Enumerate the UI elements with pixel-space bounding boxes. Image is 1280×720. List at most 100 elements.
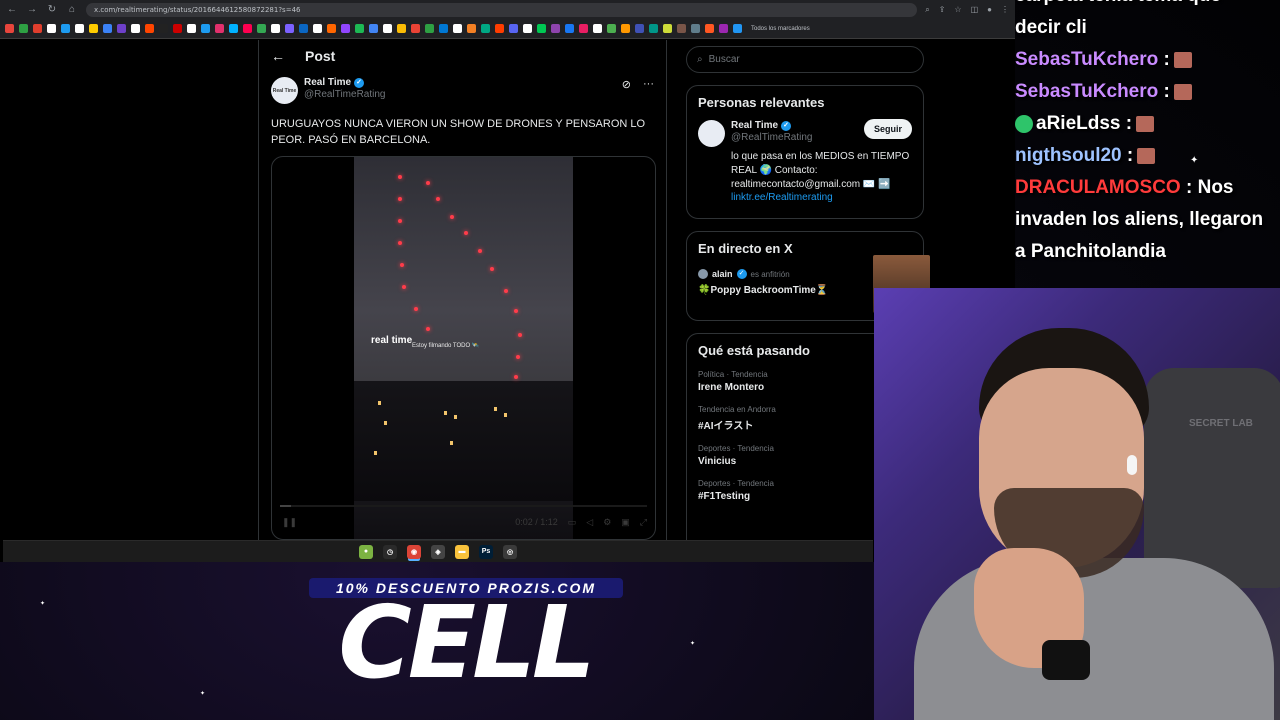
bookmark-icon[interactable] xyxy=(341,24,350,33)
bookmark-icon[interactable] xyxy=(201,24,210,33)
folder-icon[interactable]: ▬ xyxy=(455,544,469,559)
video-player[interactable]: real time Estoy filmando TODO 🛰️ ❚❚ 0:02… xyxy=(271,156,656,540)
relevant-link[interactable]: linktr.ee/Realtimerating xyxy=(731,192,912,203)
bookmark-icon[interactable] xyxy=(565,24,574,33)
android-icon[interactable]: ● xyxy=(359,544,373,559)
bookmark-icon[interactable] xyxy=(33,24,42,33)
bookmark-icon[interactable] xyxy=(495,24,504,33)
bookmark-icon[interactable] xyxy=(621,24,630,33)
bookmark-icon[interactable] xyxy=(89,24,98,33)
chat-username[interactable]: nigthsoul20 xyxy=(1015,145,1122,166)
bookmark-icon[interactable] xyxy=(691,24,700,33)
author-name[interactable]: Real Time ✓ xyxy=(304,77,385,88)
follow-button[interactable]: Seguir xyxy=(863,119,912,139)
chat-badge-icon xyxy=(1015,114,1033,133)
bookmark-icon[interactable] xyxy=(19,24,28,33)
bookmark-icon[interactable] xyxy=(411,24,420,33)
bookmark-icon[interactable] xyxy=(285,24,294,33)
bookmark-icon[interactable] xyxy=(355,24,364,33)
bookmark-icon[interactable] xyxy=(47,24,56,33)
bookmark-icon[interactable] xyxy=(551,24,560,33)
obs-icon[interactable]: ◎ xyxy=(503,544,517,559)
chat-username[interactable]: SebasTuKchero xyxy=(1015,49,1158,70)
reload-icon[interactable]: ↻ xyxy=(46,4,58,15)
bookmark-icon[interactable] xyxy=(453,24,462,33)
chrome-icon[interactable]: ◉ xyxy=(407,544,421,559)
bookmark-icon[interactable] xyxy=(75,24,84,33)
back-icon[interactable]: ← xyxy=(6,4,18,15)
bookmark-icon[interactable] xyxy=(719,24,728,33)
bookmark-icon[interactable] xyxy=(635,24,644,33)
star-icon[interactable]: ☆ xyxy=(954,5,961,15)
forward-icon[interactable]: → xyxy=(26,4,38,15)
bookmark-icon[interactable] xyxy=(579,24,588,33)
bookmark-icon[interactable] xyxy=(257,24,266,33)
back-arrow-icon[interactable]: ← xyxy=(271,48,285,64)
bookmark-icon[interactable] xyxy=(145,24,154,33)
bookmark-icon[interactable] xyxy=(397,24,406,33)
bookmark-icon[interactable] xyxy=(103,24,112,33)
bookmark-icon[interactable] xyxy=(677,24,686,33)
profile-icon[interactable]: ● xyxy=(987,5,992,15)
url-field[interactable]: x.com/realtimerating/status/201664461258… xyxy=(86,2,918,17)
chat-username[interactable]: aRieLdss xyxy=(1036,113,1120,134)
bookmark-icon[interactable] xyxy=(117,24,126,33)
post-author[interactable]: Real Time Real Time ✓ @RealTimeRating xyxy=(271,77,385,104)
bookmark-icon[interactable] xyxy=(5,24,14,33)
settings-icon[interactable]: ⚙ xyxy=(603,517,611,528)
clock-icon[interactable]: ◷ xyxy=(383,544,397,559)
bookmark-icon[interactable] xyxy=(439,24,448,33)
bookmark-icon[interactable] xyxy=(61,24,70,33)
bookmark-icon[interactable] xyxy=(159,24,168,33)
bookmark-icon[interactable] xyxy=(243,24,252,33)
fullscreen-icon[interactable]: ⤢ xyxy=(640,517,647,528)
bookmark-icon[interactable] xyxy=(383,24,392,33)
all-bookmarks-label[interactable]: Todos los marcadores xyxy=(751,26,810,32)
bookmark-icon[interactable] xyxy=(327,24,336,33)
bookmark-icon[interactable] xyxy=(523,24,532,33)
bookmark-icon[interactable] xyxy=(481,24,490,33)
bookmark-icon[interactable] xyxy=(131,24,140,33)
author-handle[interactable]: @RealTimeRating xyxy=(304,89,385,100)
volume-icon[interactable]: ◁ xyxy=(586,517,593,528)
bookmark-icon[interactable] xyxy=(425,24,434,33)
chat-username[interactable]: DRACULAMOSCO xyxy=(1015,177,1181,198)
video-frame[interactable]: real time Estoy filmando TODO 🛰️ xyxy=(354,157,573,539)
bookmark-icon[interactable] xyxy=(705,24,714,33)
author-avatar[interactable]: Real Time xyxy=(271,77,298,104)
box-icon[interactable]: ◈ xyxy=(431,544,445,559)
bookmark-icon[interactable] xyxy=(593,24,602,33)
photoshop-icon[interactable]: Ps xyxy=(479,544,493,559)
extensions-icon[interactable]: ◫ xyxy=(971,5,979,15)
bookmark-icon[interactable] xyxy=(509,24,518,33)
pip-icon[interactable]: ▣ xyxy=(621,517,630,528)
bookmark-icon[interactable] xyxy=(467,24,476,33)
bookmark-icon[interactable] xyxy=(313,24,322,33)
bookmark-icon[interactable] xyxy=(663,24,672,33)
bookmark-icon[interactable] xyxy=(173,24,182,33)
search-input[interactable]: ⌕ Buscar xyxy=(686,46,924,73)
bookmark-icon[interactable] xyxy=(649,24,658,33)
bookmark-icon[interactable] xyxy=(271,24,280,33)
bookmark-icon[interactable] xyxy=(215,24,224,33)
grok-icon[interactable]: ⊘ xyxy=(622,78,631,91)
menu-icon[interactable]: ⋮ xyxy=(1001,5,1009,15)
zoom-icon[interactable]: ⌕ xyxy=(925,5,929,15)
more-options-icon[interactable]: ··· xyxy=(643,78,654,91)
home-icon[interactable]: ⌂ xyxy=(66,4,78,15)
bookmark-icon[interactable] xyxy=(369,24,378,33)
relevant-person[interactable]: Real Time ✓ @RealTimeRating Seguir lo qu… xyxy=(687,110,923,209)
pause-icon[interactable]: ❚❚ xyxy=(282,517,297,528)
chat-username[interactable]: SebasTuKchero xyxy=(1015,81,1158,102)
bookmark-icon[interactable] xyxy=(537,24,546,33)
relevant-avatar[interactable] xyxy=(698,120,725,147)
share-icon[interactable]: ⇪ xyxy=(939,5,946,15)
bookmark-icon[interactable] xyxy=(607,24,616,33)
window-light xyxy=(374,451,377,455)
bookmark-icon[interactable] xyxy=(299,24,308,33)
bookmark-icon[interactable] xyxy=(187,24,196,33)
bookmark-icon[interactable] xyxy=(229,24,238,33)
bookmark-icon[interactable] xyxy=(733,24,742,33)
chat-message: a Panchitolandia xyxy=(1015,236,1280,268)
captions-icon[interactable]: ▭ xyxy=(568,517,577,528)
